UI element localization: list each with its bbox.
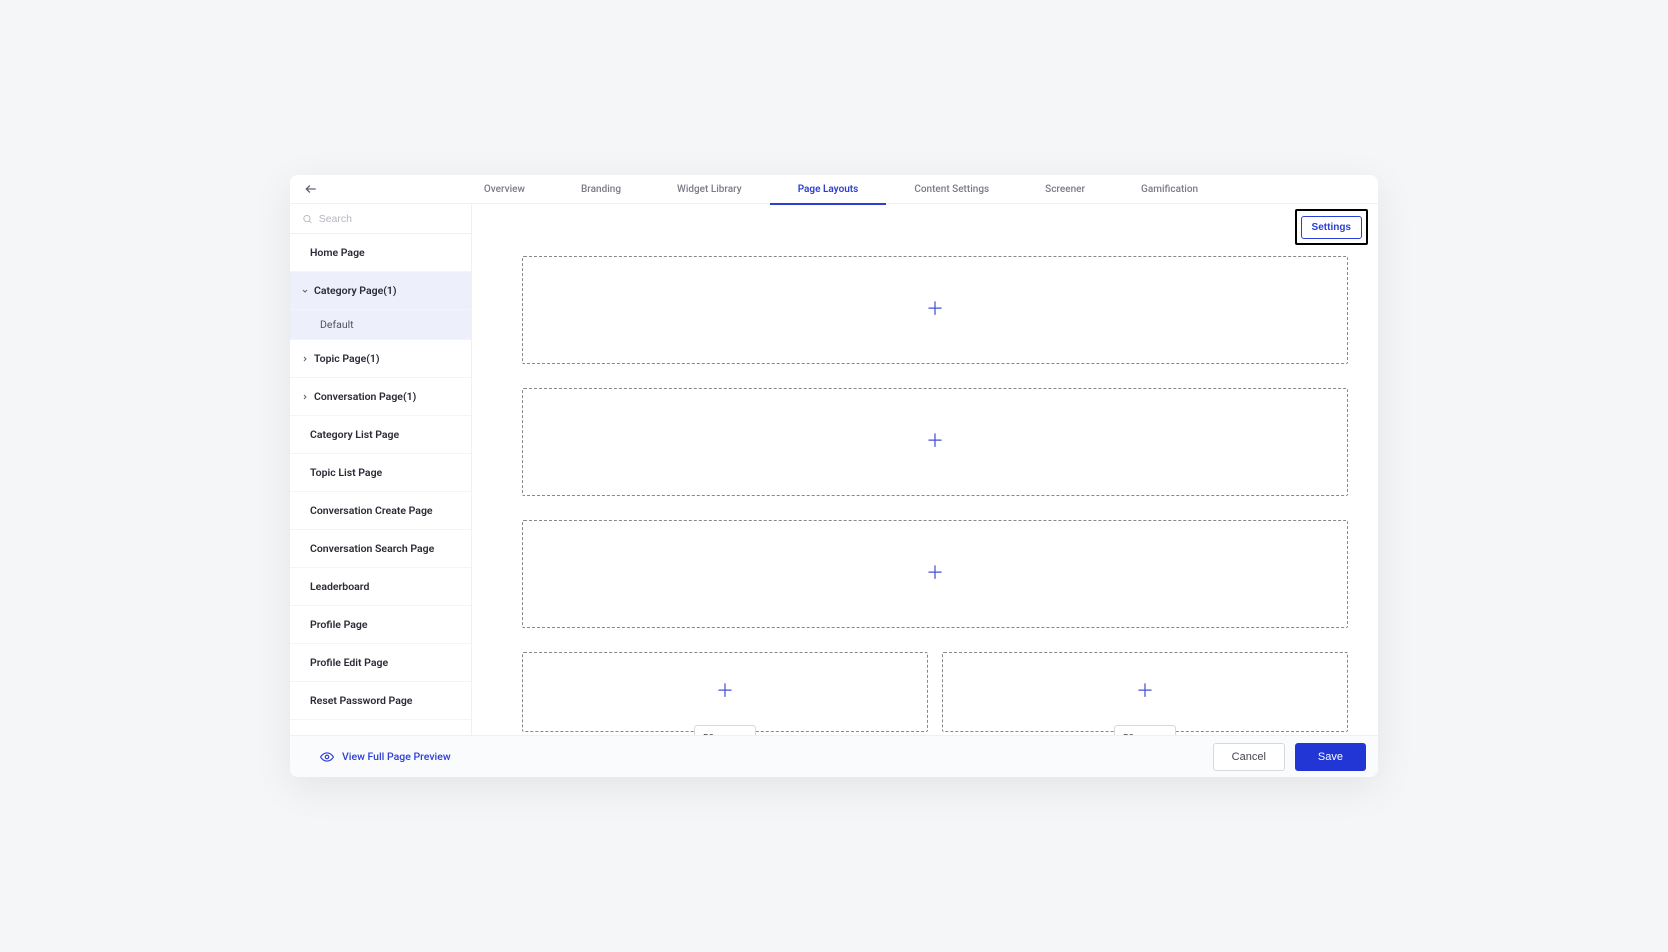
- chevron-right-icon: [300, 355, 310, 363]
- cancel-button-label: Cancel: [1232, 751, 1266, 763]
- app-window: Overview Branding Widget Library Page La…: [290, 175, 1378, 777]
- tab-screener[interactable]: Screener: [1017, 175, 1113, 204]
- sidebar-item-label: Topic Page(1): [314, 352, 380, 365]
- tab-label: Overview: [484, 184, 525, 195]
- sidebar-item-label: Default: [320, 318, 354, 331]
- sidebar-item-conversation-search-page[interactable]: Conversation Search Page: [290, 530, 471, 568]
- sidebar-item-profile-page[interactable]: Profile Page: [290, 606, 471, 644]
- arrow-left-icon: [304, 182, 318, 196]
- tab-label: Screener: [1045, 184, 1085, 195]
- tab-branding[interactable]: Branding: [553, 175, 649, 204]
- top-bar: Overview Branding Widget Library Page La…: [290, 175, 1378, 204]
- widget-dropzone-left[interactable]: ＋: [522, 652, 928, 732]
- sidebar-item-label: Reset Password Page: [310, 694, 412, 707]
- save-button-label: Save: [1318, 751, 1343, 763]
- column-width-input-right[interactable]: [1114, 725, 1176, 735]
- plus-icon: ＋: [716, 683, 734, 701]
- column-width-input-left[interactable]: [694, 725, 756, 735]
- sidebar-item-label: Profile Page: [310, 618, 368, 631]
- settings-highlight-box: Settings: [1295, 209, 1368, 245]
- sidebar-item-profile-edit-page[interactable]: Profile Edit Page: [290, 644, 471, 682]
- tab-overview[interactable]: Overview: [456, 175, 553, 204]
- tab-label: Content Settings: [914, 184, 989, 195]
- tab-widget-library[interactable]: Widget Library: [649, 175, 770, 204]
- footer-bar: View Full Page Preview Cancel Save: [290, 735, 1378, 777]
- body-area: Home Page Category Page(1) Default Topic…: [290, 204, 1378, 735]
- preview-link-label: View Full Page Preview: [342, 750, 451, 763]
- sidebar-item-label: Conversation Create Page: [310, 504, 433, 517]
- sidebar: Home Page Category Page(1) Default Topic…: [290, 204, 472, 735]
- tab-label: Gamification: [1141, 184, 1198, 195]
- sidebar-item-label: Profile Edit Page: [310, 656, 388, 669]
- chevron-down-icon: [300, 287, 310, 295]
- settings-button[interactable]: Settings: [1301, 216, 1362, 239]
- search-icon: [302, 213, 313, 225]
- sidebar-item-category-page[interactable]: Category Page(1): [290, 272, 471, 310]
- sidebar-item-category-list-page[interactable]: Category List Page: [290, 416, 471, 454]
- sidebar-nav-list[interactable]: Home Page Category Page(1) Default Topic…: [290, 234, 471, 735]
- sidebar-item-conversation-create-page[interactable]: Conversation Create Page: [290, 492, 471, 530]
- layout-canvas: ＋ ＋ ＋ ＋ ＋: [522, 256, 1348, 735]
- tab-label: Widget Library: [677, 184, 742, 195]
- plus-icon: ＋: [926, 433, 944, 451]
- search-input[interactable]: [319, 213, 459, 225]
- sidebar-item-leaderboard[interactable]: Leaderboard: [290, 568, 471, 606]
- sidebar-item-label: Leaderboard: [310, 580, 369, 593]
- tab-gamification[interactable]: Gamification: [1113, 175, 1226, 204]
- split-row: ＋ ＋: [522, 652, 1348, 732]
- nav-tabs: Overview Branding Widget Library Page La…: [318, 175, 1364, 204]
- tab-page-layouts[interactable]: Page Layouts: [770, 175, 887, 204]
- sidebar-item-label: Conversation Page(1): [314, 390, 416, 403]
- sidebar-item-label: Conversation Search Page: [310, 542, 434, 555]
- sidebar-item-label: Home Page: [310, 246, 365, 259]
- cancel-button[interactable]: Cancel: [1213, 743, 1285, 771]
- view-full-page-preview-link[interactable]: View Full Page Preview: [320, 750, 451, 764]
- sidebar-item-home-page[interactable]: Home Page: [290, 234, 471, 272]
- main-area: Settings ＋ ＋ ＋ ＋ ＋: [472, 204, 1378, 735]
- tab-label: Branding: [581, 184, 621, 195]
- sidebar-item-reset-password-page[interactable]: Reset Password Page: [290, 682, 471, 720]
- plus-icon: ＋: [926, 565, 944, 583]
- eye-icon: [320, 750, 334, 764]
- save-button[interactable]: Save: [1295, 743, 1366, 771]
- sidebar-item-topic-page[interactable]: Topic Page(1): [290, 340, 471, 378]
- sidebar-item-conversation-page[interactable]: Conversation Page(1): [290, 378, 471, 416]
- widget-dropzone[interactable]: ＋: [522, 256, 1348, 364]
- plus-icon: ＋: [926, 301, 944, 319]
- sidebar-item-label: Topic List Page: [310, 466, 382, 479]
- back-arrow-button[interactable]: [304, 182, 318, 196]
- widget-dropzone[interactable]: ＋: [522, 388, 1348, 496]
- settings-button-label: Settings: [1312, 222, 1351, 233]
- sidebar-subitem-default[interactable]: Default: [290, 310, 471, 340]
- chevron-right-icon: [300, 393, 310, 401]
- sidebar-item-label: Category List Page: [310, 428, 399, 441]
- plus-icon: ＋: [1136, 683, 1154, 701]
- search-row: [290, 204, 471, 234]
- tab-label: Page Layouts: [798, 184, 859, 195]
- widget-dropzone[interactable]: ＋: [522, 520, 1348, 628]
- sidebar-item-topic-list-page[interactable]: Topic List Page: [290, 454, 471, 492]
- tab-content-settings[interactable]: Content Settings: [886, 175, 1017, 204]
- sidebar-item-label: Category Page(1): [314, 284, 397, 297]
- widget-dropzone-right[interactable]: ＋: [942, 652, 1348, 732]
